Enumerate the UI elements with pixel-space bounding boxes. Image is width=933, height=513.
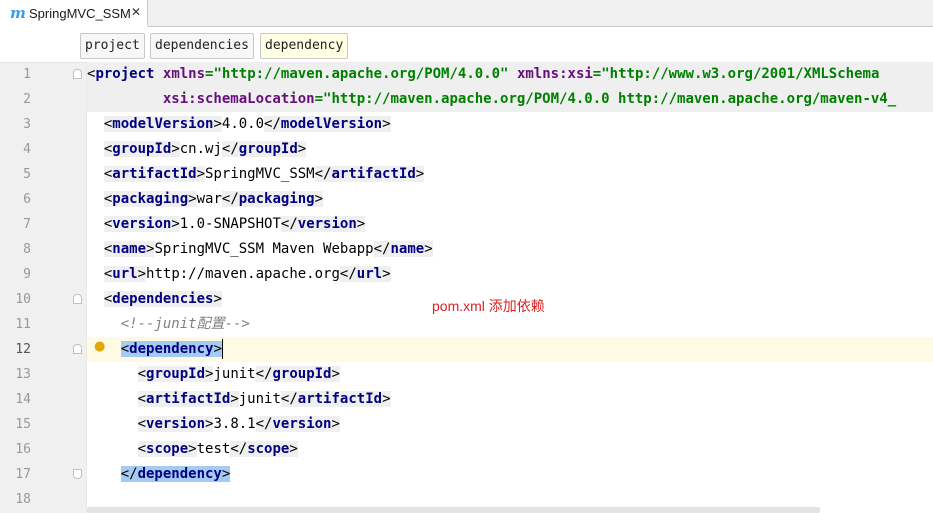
xml-text: SpringMVC_SSM Maven Webapp	[154, 241, 374, 257]
xml-tag: groupId	[238, 141, 298, 157]
editor-tab-bar: m SpringMVC_SSM ✕	[0, 0, 933, 27]
xml-tag: name	[112, 241, 147, 257]
code-line-4[interactable]: <groupId>cn.wj</groupId>	[87, 137, 307, 162]
breadcrumb-project[interactable]: project	[80, 33, 145, 59]
xml-tag: artifactId	[331, 166, 416, 182]
line-number: 18	[15, 492, 31, 507]
text-cursor	[221, 339, 223, 359]
xml-text: junit	[238, 391, 281, 407]
code-line-7[interactable]: <version>1.0-SNAPSHOT</version>	[87, 212, 366, 237]
code-line-16[interactable]: <scope>test</scope>	[87, 437, 298, 462]
xml-tag: version	[112, 216, 172, 232]
xml-tag: modelVersion	[112, 116, 214, 132]
xml-tag: url	[356, 266, 383, 282]
xml-text: junit	[213, 366, 256, 382]
line-number: 8	[23, 242, 31, 257]
line-number: 5	[23, 167, 31, 182]
line-number: 15	[15, 417, 31, 432]
xml-text: 4.0.0	[221, 116, 265, 132]
code-line-6[interactable]: <packaging>war</packaging>	[87, 187, 324, 212]
line-number: 16	[15, 442, 31, 457]
line-number: 13	[15, 367, 31, 382]
code-line-12[interactable]: <dependency>	[87, 337, 223, 362]
code-line-9[interactable]: <url>http://maven.apache.org</url>	[87, 262, 391, 287]
xml-tag: scope	[146, 441, 189, 457]
fold-marker-icon[interactable]	[73, 344, 82, 354]
equals: =	[592, 66, 602, 82]
xml-tag: dependency	[129, 341, 214, 357]
line-number: 11	[15, 317, 31, 332]
xml-attribute: xmlns:xsi	[516, 66, 593, 82]
line-number: 10	[15, 292, 31, 307]
horizontal-scrollbar[interactable]	[87, 507, 820, 513]
code-line-8[interactable]: <name>SpringMVC_SSM Maven Webapp</name>	[87, 237, 433, 262]
xml-value: "http://maven.apache.org/POM/4.0.0"	[213, 66, 509, 82]
close-icon[interactable]: ✕	[131, 5, 141, 19]
breadcrumb-dependencies[interactable]: dependencies	[150, 33, 254, 59]
xml-text: SpringMVC_SSM	[205, 166, 315, 182]
xml-attribute: xsi:schemaLocation	[162, 91, 315, 107]
xml-text: 1.0-SNAPSHOT	[179, 216, 281, 232]
xml-tag: groupId	[146, 366, 206, 382]
breadcrumb: project dependencies dependency	[0, 27, 933, 63]
fold-marker-icon[interactable]	[73, 294, 82, 304]
code-line-17[interactable]: </dependency>	[87, 462, 231, 487]
code-line-1[interactable]: <project xmlns="http://maven.apache.org/…	[87, 62, 933, 87]
xml-tag: modelVersion	[280, 116, 383, 132]
line-number: 17	[15, 467, 31, 482]
xml-text: 3.8.1	[213, 416, 256, 432]
xml-tag: version	[146, 416, 206, 432]
line-number: 6	[23, 192, 31, 207]
line-number: 9	[23, 267, 31, 282]
code-line-2[interactable]: xsi:schemaLocation="http://maven.apache.…	[87, 87, 933, 112]
xml-text: cn.wj	[179, 141, 222, 157]
fold-marker-icon[interactable]	[73, 469, 82, 479]
xml-tag: packaging	[238, 191, 315, 207]
line-number: 4	[23, 142, 31, 157]
xml-value: "http://maven.apache.org/POM/4.0.0 http:…	[323, 91, 897, 107]
line-number: 14	[15, 392, 31, 407]
code-line-11[interactable]: <!--junit配置-->	[87, 312, 250, 337]
xml-text: http://maven.apache.org	[146, 266, 340, 282]
line-number: 2	[23, 92, 31, 107]
line-number: 7	[23, 217, 31, 232]
tab-title: SpringMVC_SSM	[29, 6, 131, 21]
xml-tag: dependency	[137, 466, 222, 482]
xml-tag: packaging	[112, 191, 189, 207]
xml-tag: url	[112, 266, 138, 282]
maven-m-icon: m	[10, 4, 26, 22]
xml-tag: scope	[247, 441, 290, 457]
xml-text: war	[196, 191, 222, 207]
xml-value: "http://www.w3.org/2001/XMLSchema	[601, 66, 880, 82]
xml-tag: name	[390, 241, 425, 257]
code-line-14[interactable]: <artifactId>junit</artifactId>	[87, 387, 391, 412]
annotation-note: pom.xml 添加依赖	[432, 298, 545, 314]
xml-tag: groupId	[112, 141, 172, 157]
xml-text: test	[196, 441, 231, 457]
code-line-10[interactable]: <dependencies>	[87, 287, 222, 312]
xml-tag: groupId	[272, 366, 332, 382]
line-number: 12	[15, 342, 31, 357]
xml-tag: version	[297, 216, 357, 232]
fold-marker-icon[interactable]	[73, 69, 82, 79]
code-line-15[interactable]: <version>3.8.1</version>	[87, 412, 340, 437]
code-line-3[interactable]: <modelVersion>4.0.0</modelVersion>	[87, 112, 391, 137]
xml-attribute: xmlns	[162, 66, 206, 82]
xml-tag: artifactId	[297, 391, 383, 407]
code-line-5[interactable]: <artifactId>SpringMVC_SSM</artifactId>	[87, 162, 425, 187]
breadcrumb-dependency[interactable]: dependency	[260, 33, 349, 59]
equals: =	[314, 91, 324, 107]
code-line-13[interactable]: <groupId>junit</groupId>	[87, 362, 340, 387]
line-number: 1	[23, 67, 31, 82]
xml-tag: artifactId	[112, 166, 197, 182]
xml-tag: dependencies	[112, 291, 214, 307]
tab-springmvc-ssm[interactable]: m SpringMVC_SSM ✕	[0, 0, 148, 27]
xml-comment: <!--junit配置-->	[120, 316, 250, 332]
xml-tag: project	[95, 66, 155, 82]
xml-tag: version	[272, 416, 332, 432]
line-number: 3	[23, 117, 31, 132]
xml-tag: artifactId	[146, 391, 231, 407]
